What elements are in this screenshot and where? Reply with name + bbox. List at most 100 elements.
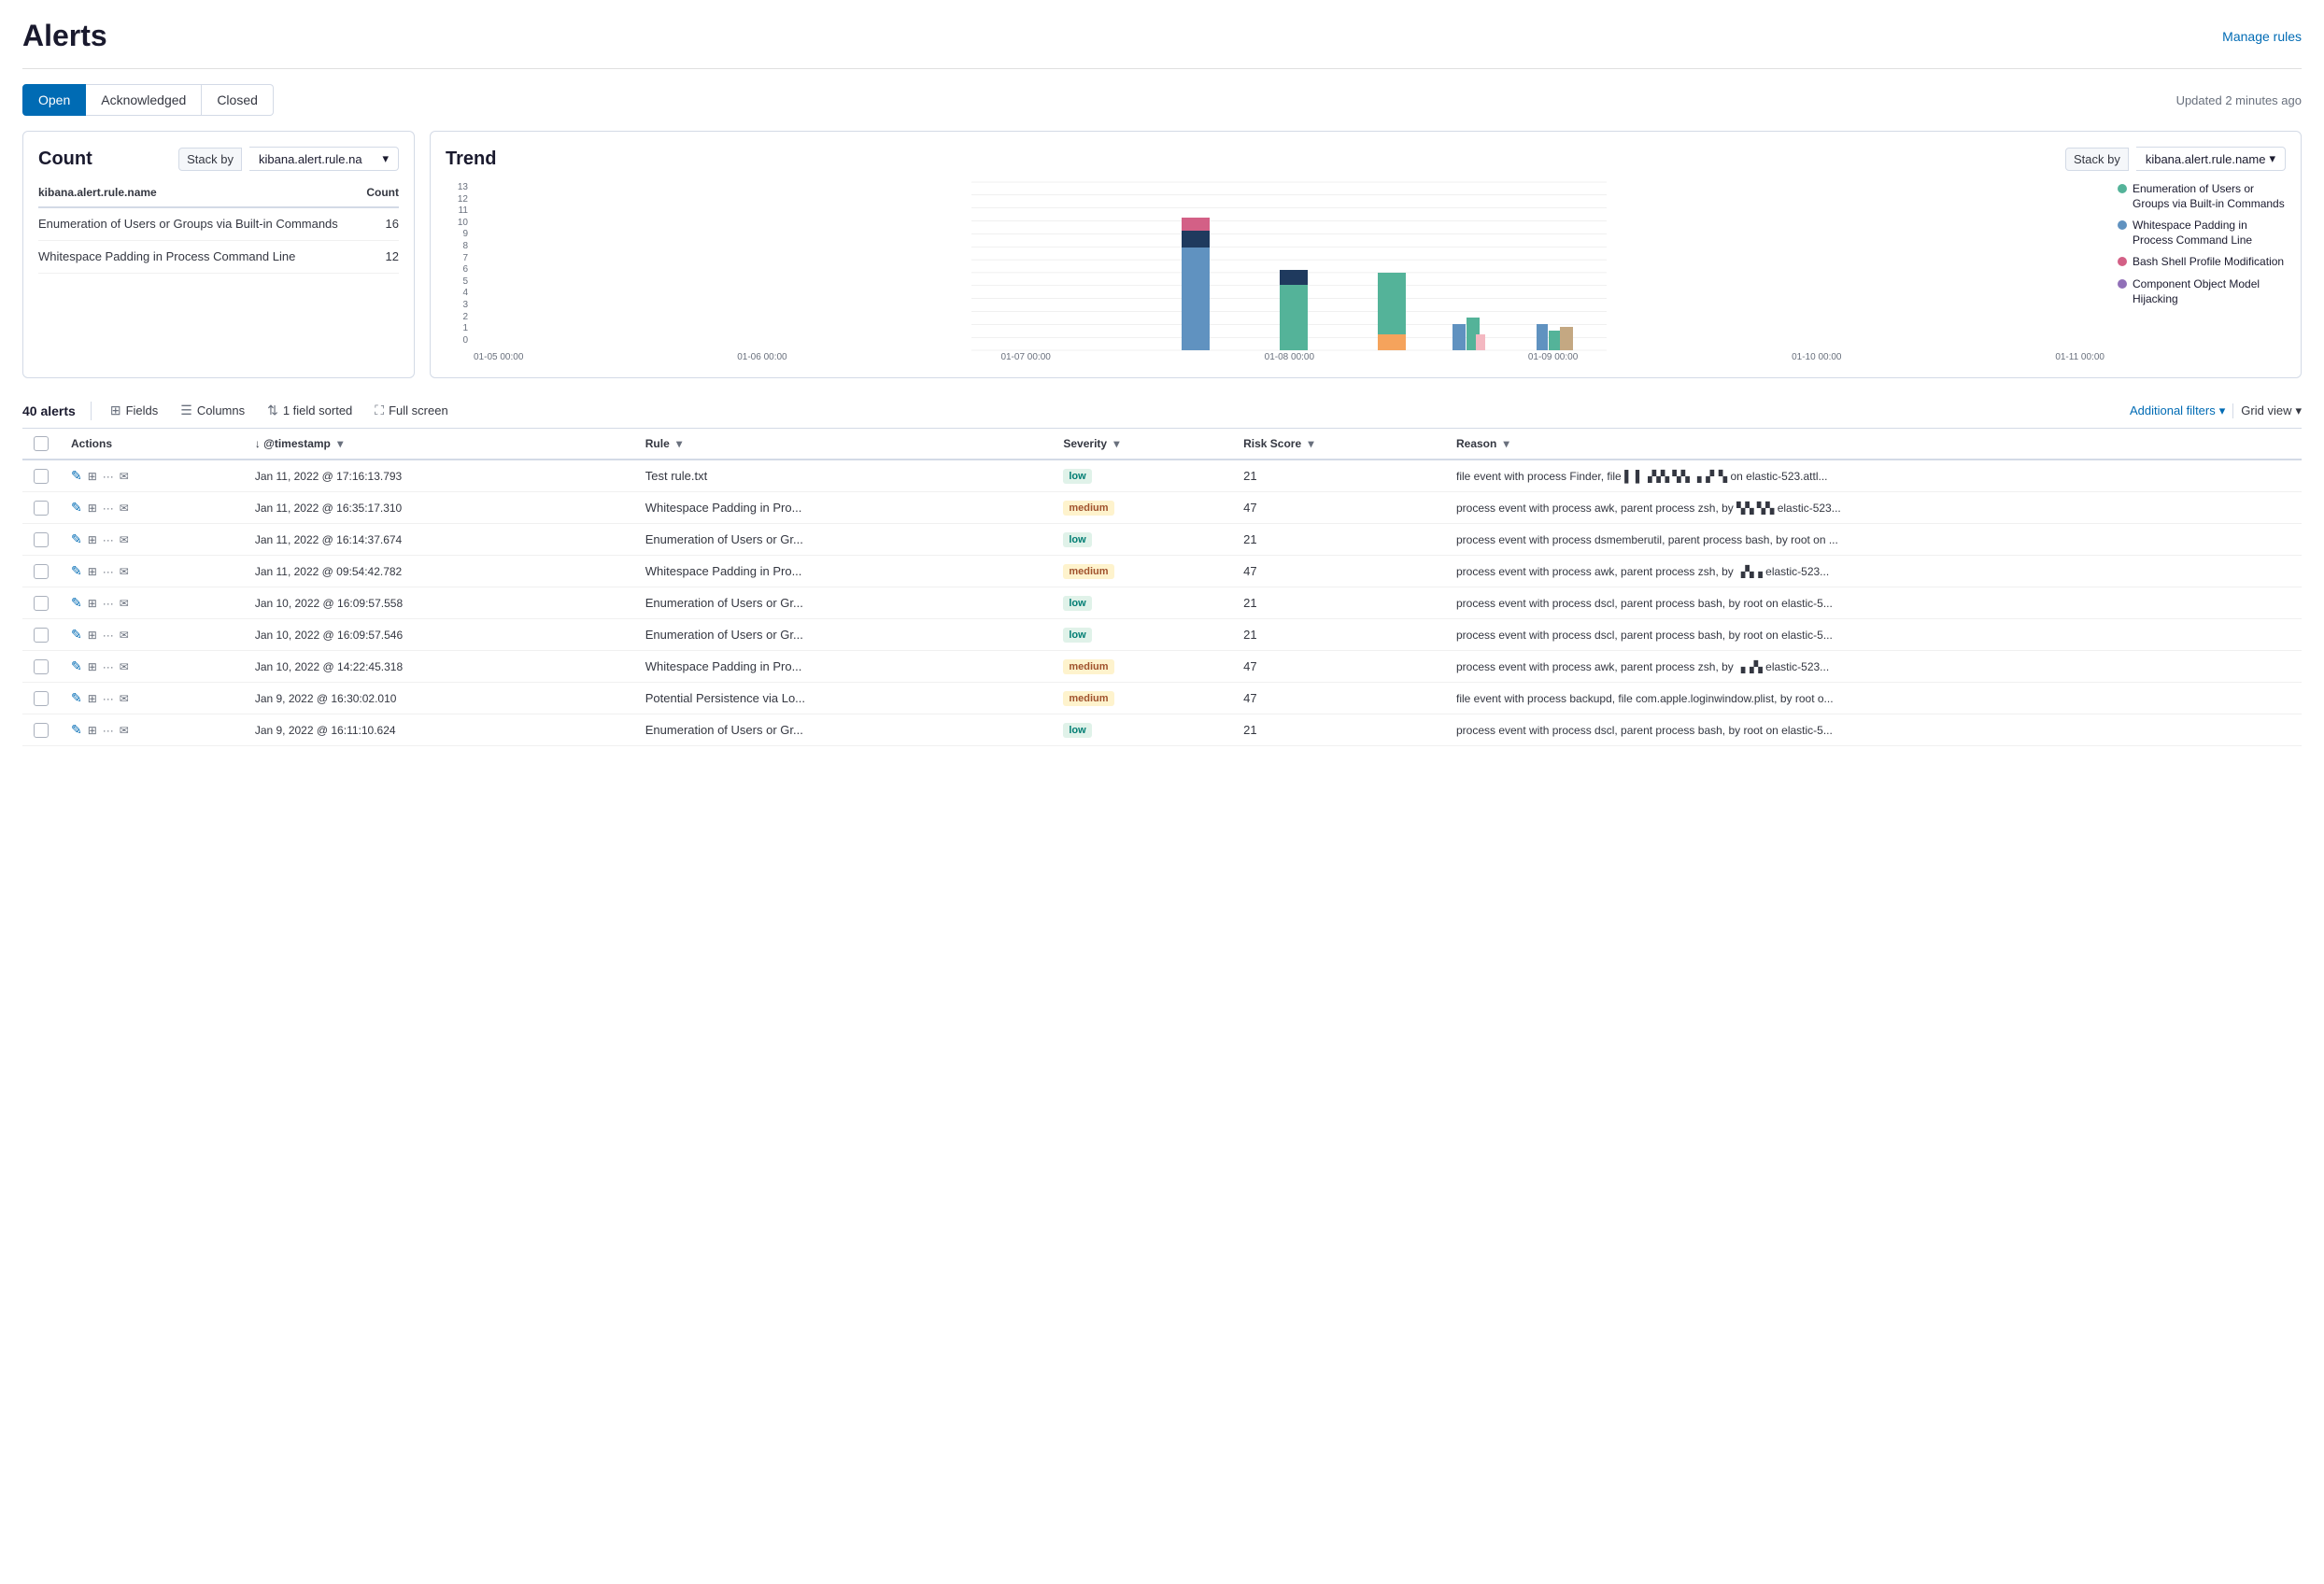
- bar-pink-jan07: [1182, 218, 1210, 231]
- more-icon[interactable]: ···: [103, 533, 114, 546]
- edit-icon[interactable]: ✎: [71, 722, 82, 738]
- row-rule[interactable]: Enumeration of Users or Gr...: [634, 714, 1053, 746]
- more-icon[interactable]: ···: [103, 565, 114, 578]
- network-icon[interactable]: ⊞: [88, 533, 97, 546]
- additional-filters-button[interactable]: Additional filters ▾: [2130, 403, 2225, 418]
- more-icon[interactable]: ···: [103, 660, 114, 673]
- row-rule[interactable]: Whitespace Padding in Pro...: [634, 492, 1053, 524]
- mail-icon[interactable]: ✉: [120, 533, 129, 546]
- mail-icon[interactable]: ✉: [120, 502, 129, 515]
- row-checkbox-cell[interactable]: [22, 683, 60, 714]
- row-checkbox[interactable]: [34, 723, 49, 738]
- mail-icon[interactable]: ✉: [120, 629, 129, 642]
- th-risk-score[interactable]: Risk Score ▾: [1232, 429, 1445, 460]
- row-checkbox-cell[interactable]: [22, 524, 60, 556]
- row-checkbox[interactable]: [34, 469, 49, 484]
- edit-icon[interactable]: ✎: [71, 531, 82, 547]
- row-checkbox-cell[interactable]: [22, 460, 60, 492]
- mail-icon[interactable]: ✉: [120, 470, 129, 483]
- row-severity: low: [1052, 460, 1232, 492]
- row-checkbox-cell[interactable]: [22, 714, 60, 746]
- x-label-0111: 01-11 00:00: [2055, 352, 2104, 362]
- count-stack-by-select[interactable]: kibana.alert.rule.na ▾: [249, 147, 399, 171]
- y-label-3: 3: [446, 300, 468, 310]
- more-icon[interactable]: ···: [103, 629, 114, 642]
- row-checkbox[interactable]: [34, 659, 49, 674]
- more-icon[interactable]: ···: [103, 724, 114, 737]
- row-checkbox-cell[interactable]: [22, 556, 60, 587]
- mail-icon[interactable]: ✉: [120, 660, 129, 673]
- edit-icon[interactable]: ✎: [71, 500, 82, 516]
- more-icon[interactable]: ···: [103, 502, 114, 515]
- count-card: Count Stack by kibana.alert.rule.na ▾ ki…: [22, 131, 415, 378]
- fields-button[interactable]: ⊞ Fields: [106, 401, 162, 420]
- network-icon[interactable]: ⊞: [88, 724, 97, 737]
- row-checkbox[interactable]: [34, 596, 49, 611]
- count-scroll-area[interactable]: kibana.alert.rule.name Count Enumeration…: [38, 182, 399, 274]
- manage-rules-link[interactable]: Manage rules: [2222, 29, 2302, 44]
- mail-icon[interactable]: ✉: [120, 597, 129, 610]
- grid-view-button[interactable]: Grid view ▾: [2232, 403, 2302, 418]
- network-icon[interactable]: ⊞: [88, 502, 97, 515]
- network-icon[interactable]: ⊞: [88, 597, 97, 610]
- trend-legend: Enumeration of Users or Groups via Built…: [2118, 182, 2286, 362]
- row-rule[interactable]: Enumeration of Users or Gr...: [634, 619, 1053, 651]
- row-rule[interactable]: Test rule.txt: [634, 460, 1053, 492]
- edit-icon[interactable]: ✎: [71, 690, 82, 706]
- bar-pink-jan10: [1476, 334, 1485, 350]
- row-checkbox[interactable]: [34, 691, 49, 706]
- more-icon[interactable]: ···: [103, 692, 114, 705]
- edit-icon[interactable]: ✎: [71, 627, 82, 643]
- network-icon[interactable]: ⊞: [88, 470, 97, 483]
- row-rule[interactable]: Whitespace Padding in Pro...: [634, 651, 1053, 683]
- tab-closed[interactable]: Closed: [202, 84, 274, 116]
- sort-button[interactable]: ⇅ 1 field sorted: [263, 401, 356, 420]
- bar-divider-1: [91, 402, 92, 420]
- row-checkbox[interactable]: [34, 564, 49, 579]
- count-row-name: Enumeration of Users or Groups via Built…: [38, 207, 363, 241]
- edit-icon[interactable]: ✎: [71, 468, 82, 484]
- row-checkbox-cell[interactable]: [22, 619, 60, 651]
- tab-acknowledged[interactable]: Acknowledged: [86, 84, 202, 116]
- x-label-0106: 01-06 00:00: [737, 352, 786, 362]
- row-checkbox-cell[interactable]: [22, 492, 60, 524]
- row-risk-score: 21: [1232, 619, 1445, 651]
- row-actions: ✎ ⊞ ··· ✉: [60, 587, 244, 619]
- th-rule[interactable]: Rule ▾: [634, 429, 1053, 460]
- more-icon[interactable]: ···: [103, 597, 114, 610]
- count-stack-by-control: Stack by kibana.alert.rule.na ▾: [178, 147, 399, 171]
- row-checkbox[interactable]: [34, 532, 49, 547]
- row-rule[interactable]: Enumeration of Users or Gr...: [634, 524, 1053, 556]
- select-all-checkbox[interactable]: [34, 436, 49, 451]
- row-checkbox-cell[interactable]: [22, 651, 60, 683]
- row-checkbox[interactable]: [34, 501, 49, 516]
- fullscreen-button[interactable]: ⛶ Full screen: [371, 401, 451, 420]
- more-icon[interactable]: ···: [103, 470, 114, 483]
- network-icon[interactable]: ⊞: [88, 565, 97, 578]
- network-icon[interactable]: ⊞: [88, 660, 97, 673]
- y-label-12: 12: [446, 194, 468, 205]
- row-rule[interactable]: Enumeration of Users or Gr...: [634, 587, 1053, 619]
- trend-stack-by-select[interactable]: kibana.alert.rule.name ▾: [2136, 147, 2286, 171]
- edit-icon[interactable]: ✎: [71, 563, 82, 579]
- mail-icon[interactable]: ✉: [120, 724, 129, 737]
- row-checkbox-cell[interactable]: [22, 587, 60, 619]
- columns-label: Columns: [197, 403, 245, 417]
- mail-icon[interactable]: ✉: [120, 565, 129, 578]
- th-reason[interactable]: Reason ▾: [1445, 429, 2302, 460]
- th-timestamp[interactable]: ↓ @timestamp ▾: [244, 429, 634, 460]
- network-icon[interactable]: ⊞: [88, 629, 97, 642]
- network-icon[interactable]: ⊞: [88, 692, 97, 705]
- row-rule[interactable]: Potential Persistence via Lo...: [634, 683, 1053, 714]
- th-severity[interactable]: Severity ▾: [1052, 429, 1232, 460]
- row-checkbox[interactable]: [34, 628, 49, 643]
- edit-icon[interactable]: ✎: [71, 658, 82, 674]
- th-select-all[interactable]: [22, 429, 60, 460]
- tab-open[interactable]: Open: [22, 84, 86, 116]
- row-rule[interactable]: Whitespace Padding in Pro...: [634, 556, 1053, 587]
- actions-cell: ✎ ⊞ ··· ✉: [71, 468, 233, 484]
- charts-row: Count Stack by kibana.alert.rule.na ▾ ki…: [22, 131, 2302, 378]
- edit-icon[interactable]: ✎: [71, 595, 82, 611]
- mail-icon[interactable]: ✉: [120, 692, 129, 705]
- columns-button[interactable]: ☰ Columns: [177, 401, 248, 420]
